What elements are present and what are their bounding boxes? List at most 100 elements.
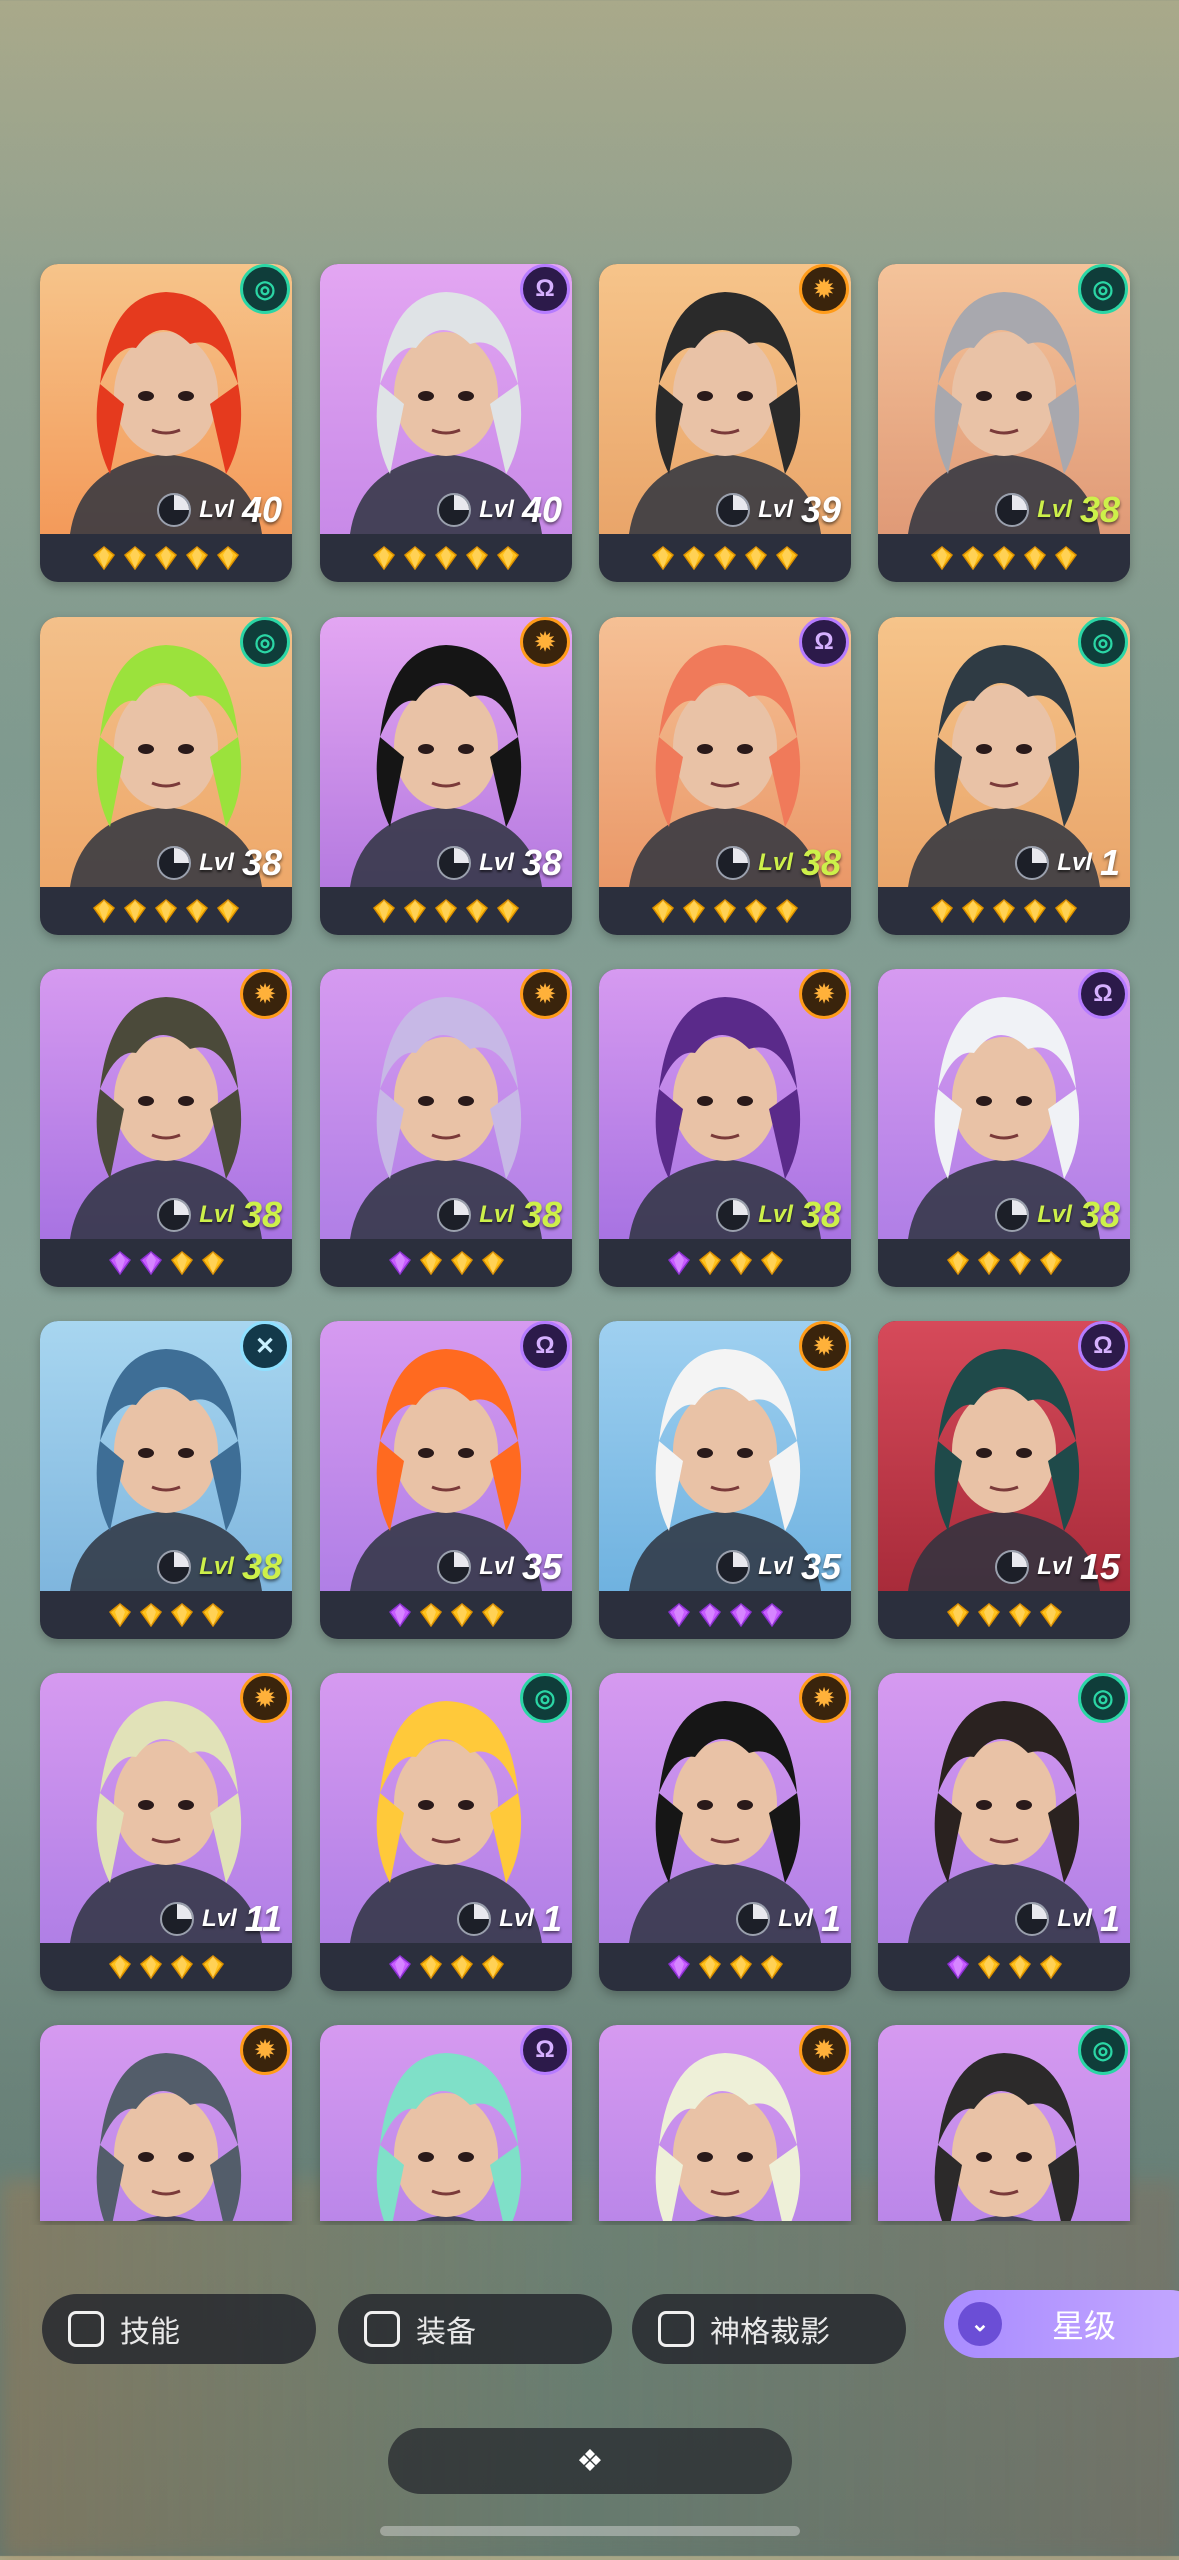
star-rank xyxy=(40,887,292,935)
level-prefix: Lvl xyxy=(199,849,234,876)
progress-pie-icon xyxy=(437,493,472,527)
level-value: 39 xyxy=(800,489,841,530)
gold-gem-icon xyxy=(682,546,706,570)
hero-card[interactable]: ◎ Lvl 1 xyxy=(878,1673,1130,1991)
gold-gem-icon xyxy=(729,1955,752,1979)
hero-card[interactable]: ◎ Lvl 1 xyxy=(878,617,1130,935)
purple-gem-icon xyxy=(108,1251,131,1275)
level-value: 1 xyxy=(1099,1898,1120,1939)
progress-pie-icon xyxy=(437,1198,472,1232)
divine-checkbox[interactable] xyxy=(658,2311,694,2347)
level-indicator: Lvl 1 xyxy=(736,1898,841,1939)
hero-card[interactable]: ✹ xyxy=(40,2025,292,2221)
hero-card[interactable]: ✹ Lvl 38 xyxy=(599,969,851,1287)
gold-gem-icon xyxy=(496,899,520,923)
hero-card[interactable]: ◎ Lvl 38 xyxy=(40,617,292,935)
gold-gem-icon xyxy=(450,1603,473,1627)
progress-pie-icon xyxy=(716,1550,751,1584)
hero-card[interactable]: ✹ Lvl 39 xyxy=(599,264,851,582)
filter-bar: 技能 装备 神格裁影 ⌄ 星级 xyxy=(0,2280,1179,2364)
skill-checkbox[interactable] xyxy=(68,2311,104,2347)
level-prefix: Lvl xyxy=(479,1201,514,1228)
gold-gem-icon xyxy=(201,1603,224,1627)
faction-badge-icon: ✹ xyxy=(240,1673,290,1723)
purple-gem-icon xyxy=(667,1251,690,1275)
level-indicator: Lvl 15 xyxy=(995,1546,1120,1587)
hero-card[interactable]: ✹ Lvl 1 xyxy=(599,1673,851,1991)
gold-gem-icon xyxy=(92,546,116,570)
level-value: 1 xyxy=(820,1898,841,1939)
level-value: 38 xyxy=(241,1194,282,1235)
progress-pie-icon xyxy=(157,1550,192,1584)
gold-gem-icon xyxy=(216,546,240,570)
star-rank xyxy=(878,1591,1130,1639)
hero-card[interactable]: Ω Lvl 38 xyxy=(878,969,1130,1287)
hero-card[interactable]: ✹ xyxy=(599,2025,851,2221)
gold-gem-icon xyxy=(419,1251,442,1275)
star-rank xyxy=(320,887,572,935)
equipment-checkbox[interactable] xyxy=(364,2311,400,2347)
faction-badge-icon: ✹ xyxy=(240,2025,290,2075)
hero-card[interactable]: ◎ Lvl 40 xyxy=(40,264,292,582)
star-sort-button[interactable]: ⌄ 星级 xyxy=(944,2290,1179,2358)
hero-card[interactable]: ✹ Lvl 11 xyxy=(40,1673,292,1991)
progress-pie-icon xyxy=(716,493,751,527)
faction-badge-icon: ✹ xyxy=(799,969,849,1019)
faction-badge-icon: ✹ xyxy=(799,1673,849,1723)
gold-gem-icon xyxy=(92,899,116,923)
diamond-cluster-icon: ❖ xyxy=(576,2444,604,2478)
faction-badge-icon: Ω xyxy=(799,617,849,667)
skill-filter-toggle[interactable]: 技能 xyxy=(42,2294,316,2364)
faction-badge-icon: ✹ xyxy=(240,969,290,1019)
gold-gem-icon xyxy=(1054,899,1078,923)
gold-gem-icon xyxy=(201,1251,224,1275)
hero-card[interactable]: ◎ Lvl 1 xyxy=(320,1673,572,1991)
gold-gem-icon xyxy=(698,1251,721,1275)
hero-card[interactable]: ✹ Lvl 38 xyxy=(320,617,572,935)
gold-gem-icon xyxy=(1008,1251,1031,1275)
level-value: 38 xyxy=(521,1194,562,1235)
equipment-filter-toggle[interactable]: 装备 xyxy=(338,2294,612,2364)
level-indicator: Lvl 39 xyxy=(716,489,841,530)
star-rank xyxy=(599,1591,851,1639)
level-value: 1 xyxy=(541,1898,562,1939)
gold-gem-icon xyxy=(946,1603,969,1627)
hero-card[interactable]: Ω Lvl 35 xyxy=(320,1321,572,1639)
progress-pie-icon xyxy=(995,493,1030,527)
divine-filter-toggle[interactable]: 神格裁影 xyxy=(632,2294,906,2364)
progress-pie-icon xyxy=(157,493,192,527)
star-rank xyxy=(878,1239,1130,1287)
gold-gem-icon xyxy=(419,1603,442,1627)
level-value: 1 xyxy=(1099,842,1120,883)
progress-pie-icon xyxy=(437,846,472,880)
level-value: 11 xyxy=(244,1898,282,1939)
level-indicator: Lvl 38 xyxy=(995,1194,1120,1235)
level-value: 38 xyxy=(241,1546,282,1587)
level-indicator: Lvl 38 xyxy=(716,842,841,883)
hero-card[interactable]: ✹ Lvl 38 xyxy=(320,969,572,1287)
hero-card[interactable]: Ω Lvl 15 xyxy=(878,1321,1130,1639)
gold-gem-icon xyxy=(450,1251,473,1275)
hero-card[interactable]: Ω xyxy=(320,2025,572,2221)
gold-gem-icon xyxy=(481,1251,504,1275)
faction-badge-icon: ◎ xyxy=(1078,2025,1128,2075)
gold-gem-icon xyxy=(1039,1955,1062,1979)
hero-card[interactable]: ✹ Lvl 38 xyxy=(40,969,292,1287)
gold-gem-icon xyxy=(123,546,147,570)
gold-gem-icon xyxy=(1008,1603,1031,1627)
hero-card[interactable]: ◎ Lvl 38 xyxy=(878,264,1130,582)
hero-card[interactable]: ✕ Lvl 38 xyxy=(40,1321,292,1639)
star-rank xyxy=(320,1239,572,1287)
hero-card[interactable]: Ω Lvl 38 xyxy=(599,617,851,935)
faction-badge-icon: Ω xyxy=(1078,969,1128,1019)
hero-card[interactable]: Ω Lvl 40 xyxy=(320,264,572,582)
collapse-handle[interactable]: ❖ xyxy=(388,2428,792,2494)
purple-gem-icon xyxy=(139,1251,162,1275)
progress-pie-icon xyxy=(159,1902,194,1936)
hero-card[interactable]: ◎ xyxy=(878,2025,1130,2221)
level-prefix: Lvl xyxy=(199,496,234,523)
home-indicator[interactable] xyxy=(380,2526,800,2536)
hero-card[interactable]: ✹ Lvl 35 xyxy=(599,1321,851,1639)
equipment-filter-label: 装备 xyxy=(416,2316,476,2349)
purple-gem-icon xyxy=(667,1955,690,1979)
